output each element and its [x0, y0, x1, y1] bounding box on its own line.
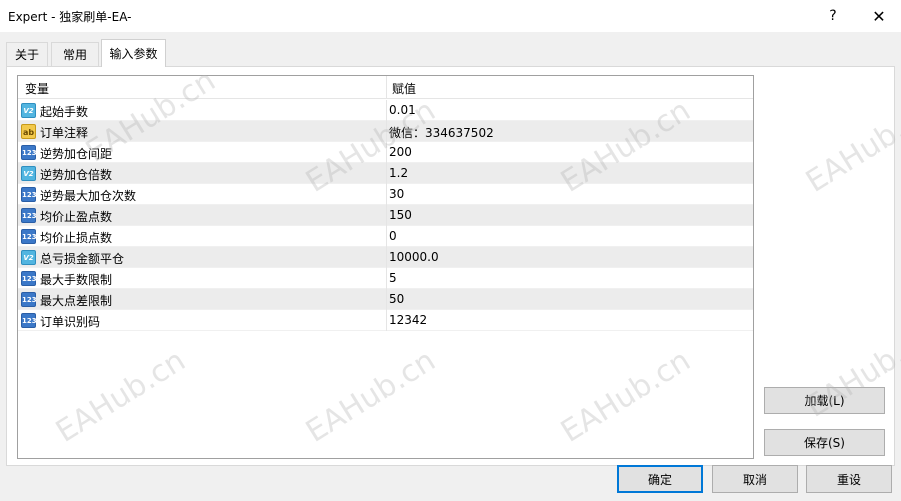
window-title: Expert - 独家刷单-EA-: [8, 10, 132, 24]
parameter-value[interactable]: 0: [389, 229, 397, 243]
table-row[interactable]: 123 最大手数限制 5: [18, 268, 753, 289]
parameter-name: 总亏损金额平仓: [40, 252, 125, 266]
save-button[interactable]: 保存(S): [764, 429, 885, 456]
parameter-value[interactable]: 200: [389, 145, 412, 159]
table-row[interactable]: 123 订单识别码 12342: [18, 310, 753, 331]
cell-divider: [386, 100, 387, 121]
string-type-icon: ab: [21, 124, 36, 139]
parameter-name: 逆势加仓倍数: [40, 168, 113, 182]
cell-divider: [386, 142, 387, 163]
column-header-variable[interactable]: 变量: [25, 80, 49, 97]
int-type-icon: 123: [21, 292, 37, 307]
table-row[interactable]: 123 均价止损点数 0: [18, 226, 753, 247]
cell-divider: [386, 184, 387, 205]
close-button[interactable]: ✕: [857, 0, 901, 32]
parameter-value[interactable]: 0.01: [389, 103, 416, 117]
table-row[interactable]: 123 逆势加仓间距 200: [18, 142, 753, 163]
parameter-name: 订单识别码: [40, 315, 101, 329]
cell-divider: [386, 163, 387, 184]
parameter-name: 最大手数限制: [40, 273, 113, 287]
parameter-name: 起始手数: [40, 105, 89, 119]
cell-divider: [386, 289, 387, 310]
table-row[interactable]: 123 逆势最大加仓次数 30: [18, 184, 753, 205]
int-type-icon: 123: [21, 271, 37, 286]
parameter-value[interactable]: 150: [389, 208, 412, 222]
int-type-icon: 123: [21, 313, 37, 328]
title-bar: Expert - 独家刷单-EA- ? ✕: [0, 0, 901, 32]
double-type-icon: V2: [21, 250, 36, 265]
table-row[interactable]: 123 均价止盈点数 150: [18, 205, 753, 226]
double-type-icon: V2: [21, 166, 36, 181]
cell-divider: [386, 205, 387, 226]
load-button[interactable]: 加载(L): [764, 387, 885, 414]
cell-divider: [386, 310, 387, 331]
column-header-value[interactable]: 赋值: [392, 80, 416, 97]
ok-button[interactable]: 确定: [617, 465, 703, 493]
parameter-name: 均价止盈点数: [40, 210, 113, 224]
help-button[interactable]: ?: [811, 0, 855, 32]
table-row[interactable]: 123 最大点差限制 50: [18, 289, 753, 310]
parameter-value[interactable]: 1.2: [389, 166, 408, 180]
reset-button[interactable]: 重设: [806, 465, 892, 493]
tab-about[interactable]: 关于: [6, 42, 48, 66]
cell-divider: [386, 247, 387, 268]
int-type-icon: 123: [21, 208, 37, 223]
parameter-value[interactable]: 10000.0: [389, 250, 439, 264]
grid-header: 变量 赋值: [18, 76, 753, 99]
cell-divider: [386, 226, 387, 247]
expert-properties-dialog: Expert - 独家刷单-EA- ? ✕ 关于 常用 输入参数 变量 赋值 V…: [0, 0, 901, 501]
table-row[interactable]: ab 订单注释 微信：334637502: [18, 121, 753, 142]
parameter-name: 订单注释: [40, 126, 89, 140]
parameter-name: 均价止损点数: [40, 231, 113, 245]
parameter-value[interactable]: 12342: [389, 313, 427, 327]
parameter-value[interactable]: 微信：334637502: [389, 124, 494, 141]
int-type-icon: 123: [21, 229, 37, 244]
table-row[interactable]: V2 逆势加仓倍数 1.2: [18, 163, 753, 184]
table-row[interactable]: V2 起始手数 0.01: [18, 100, 753, 121]
parameter-name: 逆势最大加仓次数: [40, 189, 137, 203]
tab-common[interactable]: 常用: [51, 42, 99, 66]
parameter-value[interactable]: 50: [389, 292, 404, 306]
cancel-button[interactable]: 取消: [712, 465, 798, 493]
cell-divider: [386, 121, 387, 142]
column-divider[interactable]: [386, 76, 387, 99]
parameter-value[interactable]: 5: [389, 271, 397, 285]
parameter-name: 逆势加仓间距: [40, 147, 113, 161]
parameter-name: 最大点差限制: [40, 294, 113, 308]
table-row[interactable]: V2 总亏损金额平仓 10000.0: [18, 247, 753, 268]
tab-inputs[interactable]: 输入参数: [101, 39, 166, 67]
parameter-value[interactable]: 30: [389, 187, 404, 201]
parameters-grid: 变量 赋值 V2 起始手数 0.01 ab 订单注释 微信：334637502 123 逆势加…: [17, 75, 754, 459]
cell-divider: [386, 268, 387, 289]
int-type-icon: 123: [21, 187, 37, 202]
double-type-icon: V2: [21, 103, 36, 118]
int-type-icon: 123: [21, 145, 37, 160]
